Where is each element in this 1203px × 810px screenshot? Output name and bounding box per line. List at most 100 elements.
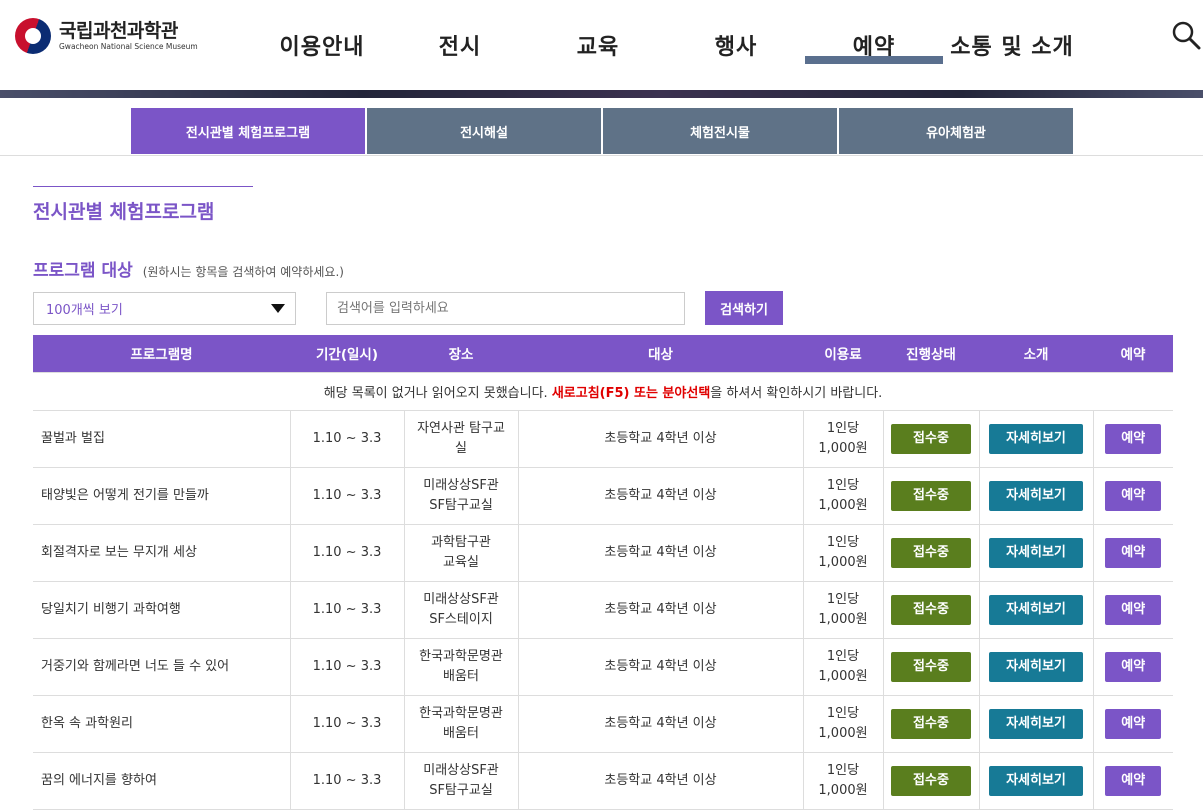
program-place: 자연사관 탐구교 실 (404, 410, 519, 468)
detail-button[interactable]: 자세히보기 (989, 651, 1083, 682)
program-target: 초등학교 4학년 이상 (518, 410, 804, 468)
nav-item-about[interactable]: 소통 및 소개 (943, 0, 1081, 90)
program-place: 과학탐구관 교육실 (404, 524, 519, 582)
program-period: 1.10 ~ 3.3 (290, 581, 405, 639)
program-target: 초등학교 4학년 이상 (518, 638, 804, 696)
table-row: 꿈의 에너지를 향하여 1.10 ~ 3.3 미래상상SF관 SF탐구교실 초등학교 4… (33, 752, 1173, 810)
tab-exhibition-programs[interactable]: 전시관별 체험프로그램 (131, 108, 365, 154)
program-detail-cell: 자세히보기 (979, 581, 1094, 639)
nav-item-guide[interactable]: 이용안내 (253, 0, 391, 90)
program-target: 초등학교 4학년 이상 (518, 581, 804, 639)
program-detail-cell: 자세히보기 (979, 638, 1094, 696)
logo-title: 국립과천과학관 (59, 20, 178, 42)
program-fee: 1인당 1,000원 (803, 695, 884, 753)
program-target: 초등학교 4학년 이상 (518, 467, 804, 525)
header-fee: 이용료 (803, 335, 883, 372)
program-reserve-cell: 예약 (1093, 695, 1173, 753)
detail-button[interactable]: 자세히보기 (989, 480, 1083, 511)
program-detail-cell: 자세히보기 (979, 695, 1094, 753)
detail-button[interactable]: 자세히보기 (989, 708, 1083, 739)
program-place: 한국과학문명관 배움터 (404, 695, 519, 753)
status-badge: 접수중 (891, 651, 971, 682)
program-status-cell: 접수중 (883, 467, 980, 525)
program-rows: 꿀벌과 벌집 1.10 ~ 3.3 자연사관 탐구교 실 초등학교 4학년 이상 1인당 1… (33, 410, 1173, 810)
program-fee: 1인당 1,000원 (803, 638, 884, 696)
site-header: 국립과천과학관 Gwacheon National Science Museum… (0, 0, 1203, 90)
tab-kids-hall[interactable]: 유아체험관 (839, 108, 1073, 154)
nav-item-exhibition[interactable]: 전시 (391, 0, 529, 90)
table-row: 거중기와 함께라면 너도 들 수 있어 1.10 ~ 3.3 한국과학문명관 배움터 초… (33, 638, 1173, 696)
program-detail-cell: 자세히보기 (979, 410, 1094, 468)
page-title: 전시관별 체험프로그램 (33, 186, 253, 224)
program-place: 한국과학문명관 배움터 (404, 638, 519, 696)
program-target: 초등학교 4학년 이상 (518, 752, 804, 810)
program-status-cell: 접수중 (883, 524, 980, 582)
section-hint: (원하시는 항목을 검색하여 예약하세요.) (142, 265, 344, 279)
search-button[interactable]: 검색하기 (705, 291, 783, 325)
section-title-text: 프로그램 대상 (33, 261, 133, 281)
notice-message: 해당 목록이 없거나 읽어오지 못했습니다. 새로고침(F5) 또는 분야선택을… (33, 371, 1173, 411)
status-badge: 접수중 (891, 480, 971, 511)
program-period: 1.10 ~ 3.3 (290, 638, 405, 696)
logo-emblem-icon (15, 18, 51, 54)
header-period: 기간(일시) (290, 335, 404, 372)
detail-button[interactable]: 자세히보기 (989, 423, 1083, 454)
program-fee: 1인당 1,000원 (803, 581, 884, 639)
reserve-button[interactable]: 예약 (1105, 594, 1162, 625)
reserve-button[interactable]: 예약 (1105, 537, 1162, 568)
program-period: 1.10 ~ 3.3 (290, 410, 405, 468)
detail-button[interactable]: 자세히보기 (989, 537, 1083, 568)
program-target: 초등학교 4학년 이상 (518, 524, 804, 582)
program-name: 당일치기 비행기 과학여행 (33, 581, 291, 639)
nav-item-education[interactable]: 교육 (529, 0, 667, 90)
status-badge: 접수중 (891, 765, 971, 796)
notice-highlight: 새로고침(F5) 또는 분야선택 (551, 385, 711, 401)
program-reserve-cell: 예약 (1093, 581, 1173, 639)
notice-row: 해당 목록이 없거나 읽어오지 못했습니다. 새로고침(F5) 또는 분야선택을… (33, 371, 1173, 411)
section-title: 프로그램 대상 (원하시는 항목을 검색하여 예약하세요.) (33, 256, 1173, 281)
tab-hands-on-exhibits[interactable]: 체험전시물 (603, 108, 837, 154)
program-period: 1.10 ~ 3.3 (290, 695, 405, 753)
search-input[interactable] (326, 291, 685, 325)
program-period: 1.10 ~ 3.3 (290, 752, 405, 810)
reserve-button[interactable]: 예약 (1105, 480, 1162, 511)
program-fee: 1인당 1,000원 (803, 410, 884, 468)
program-status-cell: 접수중 (883, 581, 980, 639)
detail-button[interactable]: 자세히보기 (989, 594, 1083, 625)
reserve-button[interactable]: 예약 (1105, 423, 1162, 454)
header-intro: 소개 (979, 335, 1093, 372)
program-reserve-cell: 예약 (1093, 467, 1173, 525)
reserve-button[interactable]: 예약 (1105, 708, 1162, 739)
page-size-select[interactable]: 100개씩 보기 (33, 291, 296, 325)
program-period: 1.10 ~ 3.3 (290, 524, 405, 582)
reserve-button[interactable]: 예약 (1105, 765, 1162, 796)
nav-item-events[interactable]: 행사 (667, 0, 805, 90)
program-status-cell: 접수중 (883, 695, 980, 753)
program-place: 미래상상SF관 SF탐구교실 (404, 467, 519, 525)
program-reserve-cell: 예약 (1093, 638, 1173, 696)
program-name: 꿀벌과 벌집 (33, 410, 291, 468)
table-row: 태양빛은 어떻게 전기를 만들까 1.10 ~ 3.3 미래상상SF관 SF탐구교실 초… (33, 467, 1173, 525)
chevron-down-icon (271, 303, 285, 313)
detail-button[interactable]: 자세히보기 (989, 765, 1083, 796)
tab-exhibition-guide[interactable]: 전시해설 (367, 108, 601, 154)
program-target: 초등학교 4학년 이상 (518, 695, 804, 753)
status-badge: 접수중 (891, 537, 971, 568)
nav-item-reservation[interactable]: 예약 (805, 0, 943, 90)
program-reserve-cell: 예약 (1093, 524, 1173, 582)
header-target: 대상 (518, 335, 803, 372)
status-badge: 접수중 (891, 423, 971, 454)
program-detail-cell: 자세히보기 (979, 467, 1094, 525)
program-place: 미래상상SF관 SF스테이지 (404, 581, 519, 639)
status-badge: 접수중 (891, 708, 971, 739)
program-name: 태양빛은 어떻게 전기를 만들까 (33, 467, 291, 525)
reserve-button[interactable]: 예약 (1105, 651, 1162, 682)
program-reserve-cell: 예약 (1093, 410, 1173, 468)
search-icon[interactable] (1171, 20, 1201, 50)
logo-subtitle: Gwacheon National Science Museum (59, 42, 198, 51)
table-row: 당일치기 비행기 과학여행 1.10 ~ 3.3 미래상상SF관 SF스테이지 초등학교… (33, 581, 1173, 639)
table-header-row: 프로그램명 기간(일시) 장소 대상 이용료 진행상태 소개 예약 (33, 335, 1173, 372)
site-logo[interactable]: 국립과천과학관 Gwacheon National Science Museum (15, 18, 198, 54)
program-status-cell: 접수중 (883, 752, 980, 810)
search-row: 100개씩 보기 검색하기 (33, 291, 1173, 325)
